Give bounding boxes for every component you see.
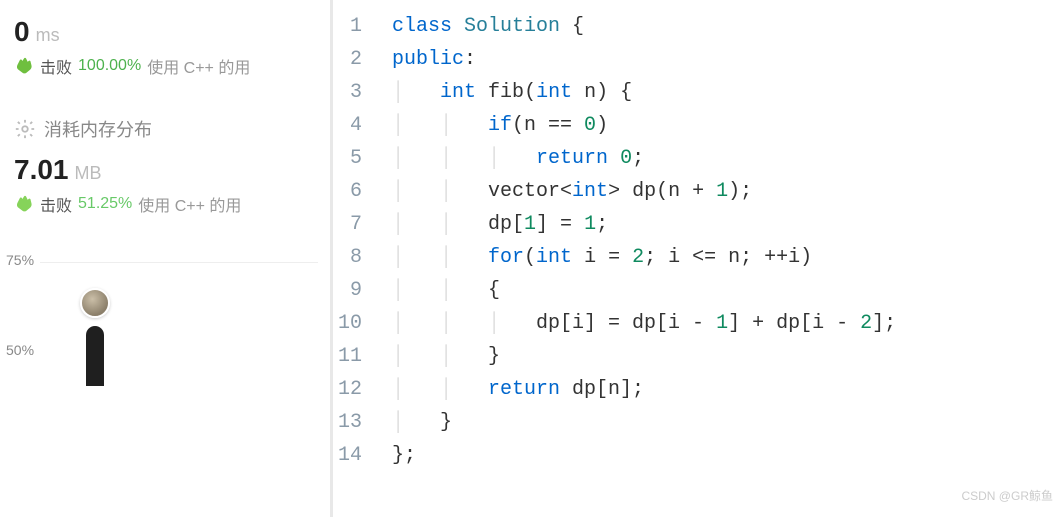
code-content[interactable]: │ │ for(int i = 2; i <= n; ++i) [392,241,1061,274]
runtime-beat-row: 击败 100.00% 使用 C++ 的用 [14,54,316,78]
code-content[interactable]: │ │ vector<int> dp(n + 1); [392,175,1061,208]
code-content[interactable]: class Solution { [392,10,1061,43]
code-content[interactable]: │ │ │ dp[i] = dp[i - 1] + dp[i - 2]; [392,307,1061,340]
code-content[interactable]: }; [392,439,1061,472]
memory-number: 7.01 [14,154,69,186]
clap-icon [14,194,34,214]
memory-chart: 75% 50% [0,252,330,402]
line-number: 6 [330,175,392,208]
code-content[interactable]: │ │ dp[1] = 1; [392,208,1061,241]
code-line[interactable]: 2public: [330,43,1061,76]
runtime-percent: 100.00% [78,57,141,75]
code-content[interactable]: │ │ { [392,274,1061,307]
code-line[interactable]: 13│ } [330,406,1061,439]
code-line[interactable]: 12│ │ return dp[n]; [330,373,1061,406]
line-number: 1 [330,10,392,43]
runtime-beat-label: 击败 [40,54,72,78]
chart-bar[interactable] [86,326,104,386]
runtime-value: 0 ms [14,16,316,48]
memory-beat-label: 击败 [40,192,72,216]
line-number: 7 [330,208,392,241]
stats-panel: 0 ms 击败 100.00% 使用 C++ 的用 消耗内存分布 7.01 MB… [0,0,330,517]
runtime-usage: 使用 C++ 的用 [147,54,250,78]
line-number: 9 [330,274,392,307]
code-line[interactable]: 5│ │ │ return 0; [330,142,1061,175]
code-line[interactable]: 6│ │ vector<int> dp(n + 1); [330,175,1061,208]
memory-section-title: 消耗内存分布 [0,88,330,148]
memory-unit: MB [75,163,102,184]
line-number: 12 [330,373,392,406]
runtime-block: 0 ms 击败 100.00% 使用 C++ 的用 [0,10,330,88]
code-content[interactable]: │ │ return dp[n]; [392,373,1061,406]
memory-title-text: 消耗内存分布 [44,116,152,142]
watermark: CSDN @GR鲸鱼 [961,480,1053,513]
line-number: 10 [330,307,392,340]
line-number: 14 [330,439,392,472]
line-number: 13 [330,406,392,439]
code-line[interactable]: 14}; [330,439,1061,472]
code-content[interactable]: │ } [392,406,1061,439]
memory-block: 7.01 MB 击败 51.25% 使用 C++ 的用 [0,148,330,226]
memory-percent: 51.25% [78,195,132,213]
code-line[interactable]: 9│ │ { [330,274,1061,307]
code-content[interactable]: │ │ │ return 0; [392,142,1061,175]
clap-icon [14,56,34,76]
line-number: 11 [330,340,392,373]
code-line[interactable]: 8│ │ for(int i = 2; i <= n; ++i) [330,241,1061,274]
code-line[interactable]: 3│ int fib(int n) { [330,76,1061,109]
memory-usage: 使用 C++ 的用 [138,192,241,216]
code-editor[interactable]: 1class Solution {2public:3│ int fib(int … [330,0,1061,517]
gridline [40,262,318,263]
code-line[interactable]: 10│ │ │ dp[i] = dp[i - 1] + dp[i - 2]; [330,307,1061,340]
code-content[interactable]: │ │ if(n == 0) [392,109,1061,142]
y-tick-50: 50% [6,342,34,358]
code-line[interactable]: 7│ │ dp[1] = 1; [330,208,1061,241]
memory-beat-row: 击败 51.25% 使用 C++ 的用 [14,192,316,216]
line-number: 4 [330,109,392,142]
line-number: 5 [330,142,392,175]
avatar[interactable] [80,288,110,318]
line-number: 2 [330,43,392,76]
memory-value: 7.01 MB [14,154,316,186]
code-line[interactable]: 4│ │ if(n == 0) [330,109,1061,142]
code-content[interactable]: public: [392,43,1061,76]
code-content[interactable]: │ │ } [392,340,1061,373]
y-tick-75: 75% [6,252,34,268]
code-line[interactable]: 11│ │ } [330,340,1061,373]
runtime-number: 0 [14,16,30,48]
line-number: 8 [330,241,392,274]
runtime-unit: ms [36,25,60,46]
line-number: 3 [330,76,392,109]
code-line[interactable]: 1class Solution { [330,10,1061,43]
code-content[interactable]: │ int fib(int n) { [392,76,1061,109]
gear-icon [14,118,36,140]
